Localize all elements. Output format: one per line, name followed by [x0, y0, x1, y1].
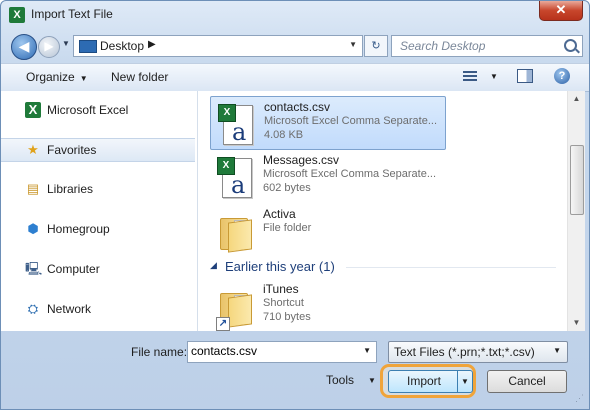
- vertical-scrollbar[interactable]: ▲ ▼: [567, 91, 585, 331]
- file-item-itunes[interactable]: ↗ iTunes Shortcut 710 bytes: [210, 279, 444, 331]
- file-type-filter[interactable]: Text Files (*.prn;*.txt;*.csv) ▼: [388, 341, 568, 363]
- nav-item-label: Network: [47, 302, 92, 316]
- help-icon[interactable]: ?: [554, 68, 570, 84]
- nav-item-label: Favorites: [47, 143, 97, 157]
- file-type: Shortcut: [263, 297, 304, 309]
- file-type: File folder: [263, 222, 312, 234]
- import-dialog: X Import Text File ✕ ◀ ▶ ▼ Desktop ▶ ▼ ↻…: [0, 0, 590, 410]
- search-input[interactable]: Search Desktop: [400, 39, 485, 53]
- file-size: 602 bytes: [263, 182, 311, 194]
- file-name-combobox[interactable]: ▼: [187, 341, 377, 363]
- file-name: Messages.csv: [263, 153, 340, 167]
- nav-item-label: Libraries: [47, 182, 94, 196]
- file-size: 710 bytes: [263, 311, 311, 323]
- shortcut-folder-icon: ↗: [216, 285, 254, 331]
- import-button[interactable]: Import: [388, 370, 460, 393]
- tools-dropdown-icon[interactable]: ▼: [368, 376, 376, 385]
- network-icon: ⛭: [27, 301, 39, 316]
- homegroup-icon: ⬢: [27, 221, 39, 236]
- file-item-contacts[interactable]: Xa contacts.csv Microsoft Excel Comma Se…: [210, 96, 446, 150]
- nav-item-favorites[interactable]: ★ Favorites: [1, 138, 195, 162]
- folder-icon: [216, 210, 254, 253]
- file-item-activa[interactable]: Activa File folder: [210, 204, 444, 256]
- nav-item-homegroup[interactable]: ⬢ Homegroup: [1, 218, 195, 240]
- view-dropdown-icon[interactable]: ▼: [490, 72, 498, 81]
- csv-file-icon: Xa: [217, 103, 255, 146]
- nav-item-computer[interactable]: 🖳 Computer: [1, 258, 195, 280]
- file-name: Activa: [263, 207, 296, 221]
- cancel-button[interactable]: Cancel: [487, 370, 567, 393]
- nav-item-label: Computer: [47, 262, 100, 276]
- tools-menu[interactable]: Tools: [326, 373, 354, 387]
- recent-locations-dropdown[interactable]: ▼: [62, 39, 70, 48]
- file-name-label: File name:: [131, 345, 188, 359]
- forward-button[interactable]: ▶: [38, 36, 60, 58]
- resize-grip-icon[interactable]: ⋰: [575, 393, 584, 404]
- excel-icon: X: [25, 102, 41, 118]
- new-folder-button[interactable]: New folder: [111, 70, 168, 84]
- group-label: Earlier this year (1): [225, 259, 335, 274]
- back-button[interactable]: ◀: [11, 34, 37, 60]
- file-type: Microsoft Excel Comma Separate...: [264, 115, 438, 127]
- file-name-field[interactable]: [191, 344, 359, 358]
- file-name-dropdown-icon[interactable]: ▼: [363, 346, 371, 355]
- nav-item-libraries[interactable]: ▤ Libraries: [1, 178, 195, 200]
- address-dropdown-icon[interactable]: ▼: [349, 40, 357, 49]
- search-icon[interactable]: [564, 39, 577, 52]
- file-item-messages[interactable]: Xa Messages.csv Microsoft Excel Comma Se…: [210, 150, 444, 202]
- address-bar[interactable]: Desktop ▶ ▼: [73, 35, 363, 57]
- dialog-footer: File name: ▼ Text Files (*.prn;*.txt;*.c…: [1, 332, 589, 409]
- import-options-dropdown[interactable]: ▼: [457, 370, 473, 393]
- filter-dropdown-icon: ▼: [553, 346, 561, 355]
- command-bar: Organize ▼ New folder ▼ ?: [1, 63, 589, 92]
- nav-item-microsoft-excel[interactable]: X Microsoft Excel: [1, 99, 195, 121]
- libraries-icon: ▤: [26, 181, 40, 196]
- navigation-pane: X Microsoft Excel ★ Favorites ▤ Librarie…: [1, 91, 198, 331]
- file-type-filter-value: Text Files (*.prn;*.txt;*.csv): [394, 345, 535, 359]
- back-arrow-icon: ◀: [18, 38, 30, 54]
- file-size: 4.08 KB: [264, 129, 304, 141]
- group-divider: [346, 267, 556, 268]
- nav-item-network[interactable]: ⛭ Network: [1, 298, 195, 320]
- window-title: Import Text File: [31, 7, 113, 21]
- breadcrumb-arrow-icon[interactable]: ▶: [148, 39, 156, 50]
- group-header-earlier-this-year[interactable]: ◢ Earlier this year (1): [206, 258, 561, 276]
- title-bar[interactable]: X Import Text File ✕: [1, 1, 589, 29]
- organize-menu[interactable]: Organize ▼: [26, 70, 88, 84]
- change-view-icon[interactable]: [463, 69, 481, 83]
- desktop-icon: [79, 40, 97, 53]
- organize-dropdown-icon: ▼: [79, 74, 88, 83]
- refresh-button[interactable]: ↻: [364, 35, 388, 57]
- file-name: iTunes: [263, 282, 299, 296]
- forward-arrow-icon: ▶: [44, 39, 54, 53]
- excel-app-icon: X: [9, 7, 25, 23]
- address-location[interactable]: Desktop: [100, 39, 144, 53]
- file-name: contacts.csv: [264, 100, 331, 114]
- import-dropdown-icon: ▼: [461, 377, 469, 386]
- close-button[interactable]: ✕: [539, 1, 583, 21]
- csv-file-icon: Xa: [216, 156, 254, 199]
- scroll-thumb[interactable]: [570, 145, 584, 215]
- search-box[interactable]: Search Desktop: [391, 35, 583, 57]
- scroll-up-icon[interactable]: ▲: [568, 91, 585, 107]
- star-icon: ★: [27, 142, 39, 157]
- file-list: Xa contacts.csv Microsoft Excel Comma Se…: [198, 91, 567, 331]
- nav-item-label: Microsoft Excel: [47, 103, 129, 117]
- file-type: Microsoft Excel Comma Separate...: [263, 168, 437, 180]
- scroll-down-icon[interactable]: ▼: [568, 315, 585, 331]
- organize-label: Organize: [26, 70, 75, 84]
- nav-item-label: Homegroup: [47, 222, 110, 236]
- preview-pane-icon[interactable]: [517, 69, 533, 83]
- shortcut-arrow-icon: ↗: [216, 317, 230, 331]
- collapse-group-icon[interactable]: ◢: [210, 260, 217, 271]
- computer-icon: 🖳: [25, 261, 43, 276]
- refresh-icon: ↻: [371, 40, 381, 52]
